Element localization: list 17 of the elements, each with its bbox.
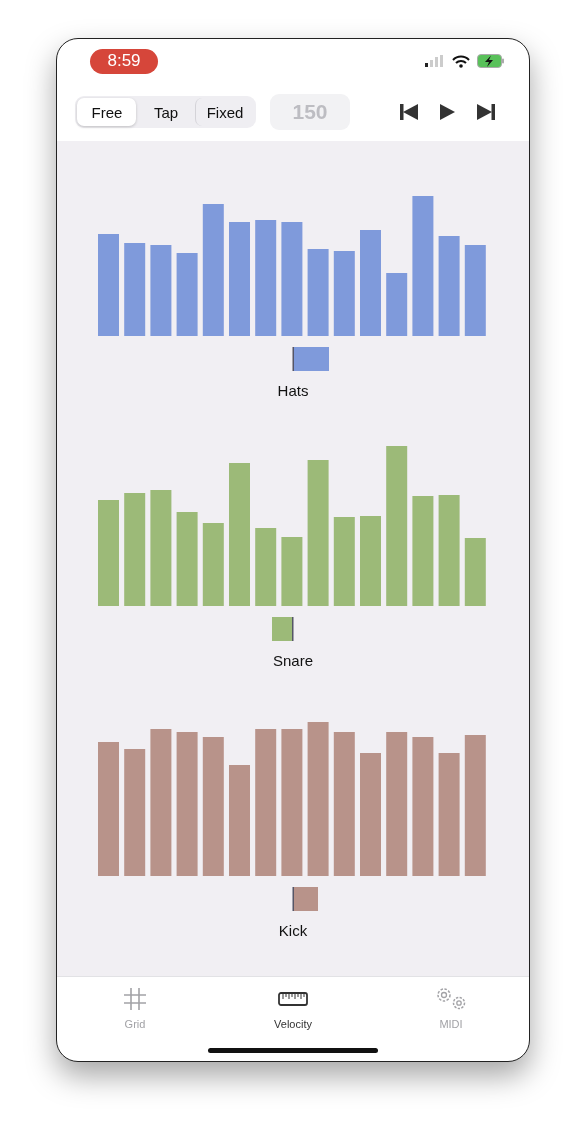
grid-icon (122, 985, 148, 1012)
gears-icon (434, 985, 468, 1012)
battery-charging-icon (477, 54, 505, 69)
track-name: Kick (278, 921, 308, 939)
play-icon[interactable] (440, 104, 455, 121)
mode-segment[interactable]: Free (77, 98, 136, 127)
wifi-icon (452, 54, 470, 68)
track-name: Hats (277, 381, 309, 399)
skip-back-icon[interactable] (400, 104, 418, 121)
status-time: 8:59 (90, 48, 158, 74)
ruler-icon (278, 990, 308, 1007)
signal-icon (425, 55, 445, 68)
mode-segment[interactable]: Tap (136, 98, 195, 127)
track-name: Snare (273, 651, 313, 669)
mode-segment[interactable]: Fixed (195, 98, 254, 127)
skip-forward-icon[interactable] (477, 104, 495, 121)
tab-bar-item[interactable]: Velocity (243, 984, 343, 1030)
